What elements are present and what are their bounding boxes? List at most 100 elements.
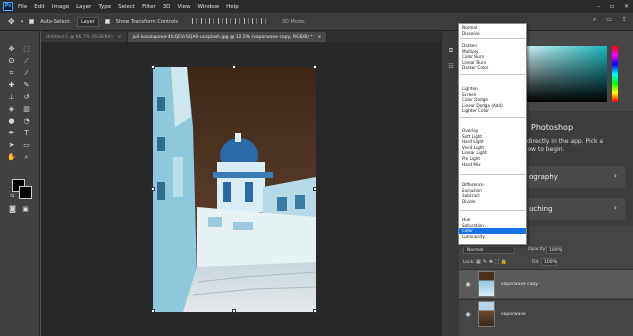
tool-preset-chevron-icon[interactable]: ▾ xyxy=(21,19,24,25)
transform-handle-bl[interactable] xyxy=(151,309,155,313)
menu-filter[interactable]: Filter xyxy=(142,4,156,10)
blend-mode-select[interactable]: Normal xyxy=(463,246,515,254)
fill-input[interactable]: 100% xyxy=(541,258,557,266)
align-center-icon[interactable] xyxy=(200,17,206,24)
align-right-icon[interactable] xyxy=(209,17,215,24)
transform-controls-checkbox[interactable] xyxy=(104,19,110,24)
blur-tool-icon[interactable]: ● xyxy=(7,117,16,126)
tab-close-icon[interactable]: × xyxy=(318,35,322,40)
type-tool-icon[interactable]: T xyxy=(22,129,31,138)
stamp-tool-icon[interactable]: ⊥ xyxy=(7,93,16,102)
hue-slider[interactable] xyxy=(612,46,618,102)
transform-handle-br[interactable] xyxy=(313,309,317,313)
menu-separator xyxy=(460,38,525,39)
options-bar: ✥ ▾ Auto-Select: Layer Show Transform Co… xyxy=(0,13,633,31)
tab-juli-kosolapova[interactable]: juli-kosolapova-4fcQEVrSQA0-unsplash.jpg… xyxy=(127,32,328,42)
eyedropper-tool-icon[interactable]: ⁄ xyxy=(22,69,31,78)
crop-tool-icon[interactable]: ⌗ xyxy=(7,69,16,78)
brush-tool-icon[interactable]: ✎ xyxy=(22,81,31,90)
align-middle-icon[interactable] xyxy=(226,17,232,24)
history-panel-icon[interactable]: ⧉ xyxy=(446,47,456,55)
menu-layer[interactable]: Layer xyxy=(76,4,91,10)
opacity-input[interactable]: 100% xyxy=(546,246,562,254)
layer-row-vaporwave-copy[interactable]: ◉ vaporwave copy xyxy=(459,269,633,298)
menu-separator xyxy=(460,74,525,75)
visibility-eye-icon[interactable]: ◉ xyxy=(464,281,472,288)
transform-handle-bc[interactable] xyxy=(232,309,236,313)
menu-3d[interactable]: 3D xyxy=(163,4,171,10)
menu-select[interactable]: Select xyxy=(118,4,135,10)
menu-image[interactable]: Image xyxy=(52,4,69,10)
blend-option-lighter-color[interactable]: Lighter Color xyxy=(459,108,526,114)
menu-edit[interactable]: Edit xyxy=(34,4,45,10)
layer-thumbnail xyxy=(478,301,495,327)
tab-label: Untitled-1 @ 66.7% (RGB/8#) xyxy=(46,34,113,40)
distribute-2-icon[interactable] xyxy=(252,17,258,24)
menu-view[interactable]: View xyxy=(177,4,190,10)
transform-handle-tr[interactable] xyxy=(313,65,317,69)
align-top-icon[interactable] xyxy=(217,17,223,24)
blend-option-darker-color[interactable]: Darker Color xyxy=(459,65,526,71)
auto-select-label: Auto-Select: xyxy=(40,18,71,25)
learn-card-retouching[interactable]: uching › xyxy=(515,198,625,220)
tab-untitled[interactable]: Untitled-1 @ 66.7% (RGB/8#) × xyxy=(41,32,128,42)
align-bottom-icon[interactable] xyxy=(235,17,240,24)
visibility-eye-icon[interactable]: ◉ xyxy=(464,311,472,318)
workspace-icon[interactable]: ▭ xyxy=(606,16,612,24)
eraser-tool-icon[interactable]: ◈ xyxy=(7,105,16,114)
document-image[interactable] xyxy=(153,67,316,312)
blend-option-hard-mix[interactable]: Hard Mix xyxy=(459,162,526,168)
quick-select-tool-icon[interactable]: ⟋ xyxy=(22,57,31,66)
close-button[interactable]: ✕ xyxy=(624,3,629,10)
distribute-3-icon[interactable] xyxy=(260,17,266,24)
transform-handle-tl[interactable] xyxy=(151,65,155,69)
distribute-icon[interactable] xyxy=(243,17,249,24)
tab-close-icon[interactable]: × xyxy=(118,35,122,40)
lock-icons[interactable]: ▦✎✥⛶🔒 xyxy=(476,259,509,265)
align-left-icon[interactable] xyxy=(192,17,198,24)
gradient-tool-icon[interactable]: ▥ xyxy=(22,105,31,114)
share-icon[interactable]: ⇪ xyxy=(622,16,627,24)
background-color-swatch[interactable] xyxy=(19,186,32,199)
menu-separator xyxy=(460,210,525,211)
move-tool-icon[interactable]: ✥ xyxy=(7,45,16,54)
transform-handle-mr[interactable] xyxy=(313,187,317,191)
blend-option-luminosity[interactable]: Luminosity xyxy=(459,234,526,240)
menu-file[interactable]: File xyxy=(18,4,27,10)
quick-mask-icon[interactable]: ◙ xyxy=(8,205,17,214)
canvas-area[interactable] xyxy=(41,42,441,336)
zoom-tool-icon[interactable]: ⌕ xyxy=(22,153,31,162)
properties-panel-icon[interactable]: ☷ xyxy=(446,63,456,71)
transform-handle-tc[interactable] xyxy=(232,65,236,69)
path-select-tool-icon[interactable]: ➤ xyxy=(7,141,16,150)
screen-mode-icon[interactable]: ▣ xyxy=(21,205,30,214)
hand-tool-icon[interactable]: ✋ xyxy=(7,153,16,162)
blend-option-dissolve[interactable]: Dissolve xyxy=(459,31,526,37)
history-brush-tool-icon[interactable]: ↺ xyxy=(22,93,31,102)
photoshop-logo: Ps xyxy=(3,2,13,11)
auto-select-dropdown[interactable]: Layer xyxy=(76,16,99,27)
menu-help[interactable]: Help xyxy=(226,4,239,10)
transform-handle-ml[interactable] xyxy=(151,187,155,191)
minimize-button[interactable]: – xyxy=(597,3,600,10)
layer-name[interactable]: vaporwave xyxy=(501,312,526,317)
lasso-tool-icon[interactable]: ʘ xyxy=(7,57,16,66)
blend-option-divide[interactable]: Divide xyxy=(459,199,526,205)
auto-select-checkbox[interactable] xyxy=(29,19,35,24)
healing-tool-icon[interactable]: ✚ xyxy=(7,81,16,90)
shape-tool-icon[interactable]: ▭ xyxy=(22,141,31,150)
learn-card-photography[interactable]: ography › xyxy=(515,166,625,188)
pen-tool-icon[interactable]: ✒ xyxy=(7,129,16,138)
move-tool-icon[interactable]: ✥ xyxy=(8,17,15,26)
menu-separator xyxy=(460,174,525,175)
menu-window[interactable]: Window xyxy=(197,4,219,10)
layer-row-vaporwave[interactable]: ◉ vaporwave xyxy=(459,299,633,328)
menu-type[interactable]: Type xyxy=(98,4,111,10)
layer-name[interactable]: vaporwave copy xyxy=(501,282,538,287)
marquee-tool-icon[interactable]: ⬚ xyxy=(22,45,31,54)
blend-mode-menu: Normal Dissolve Darken Multiply Color Bu… xyxy=(458,23,527,245)
search-icon[interactable]: ⌕ xyxy=(593,16,596,24)
dodge-tool-icon[interactable]: ◔ xyxy=(22,117,31,126)
maximize-button[interactable]: ▫ xyxy=(610,3,614,10)
swap-colors-icon[interactable]: ⇆ xyxy=(10,193,14,199)
